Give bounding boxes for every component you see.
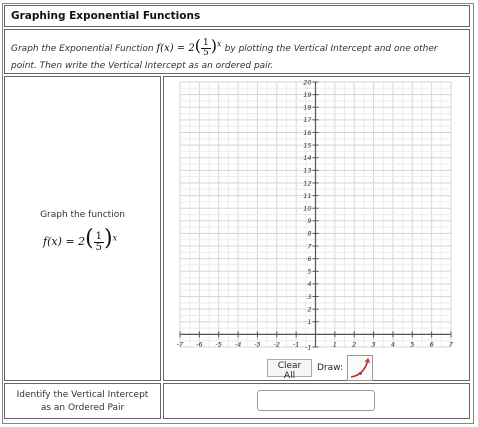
fraction-denominator: 5: [203, 48, 209, 58]
intercept-question: Identify the Vertical Intercept as an Or…: [5, 389, 160, 415]
clear-all-button[interactable]: Clear All: [267, 359, 312, 381]
y-tick-label: 3: [307, 293, 311, 301]
x-tick-label: -2: [274, 340, 280, 348]
function-panel: Graph the function f(x) = 2(1 5)x: [4, 76, 161, 381]
y-tick-label: 15: [303, 141, 311, 149]
x-tick-label: -7: [177, 340, 184, 348]
y-tick-label: 9: [307, 217, 311, 225]
y-tick-label: 19: [303, 91, 311, 99]
x-tick-label: 7: [449, 340, 454, 348]
x-tick-label: 3: [372, 340, 376, 348]
y-tick-label: 8: [307, 230, 311, 238]
draw-exponential-tool-button[interactable]: [347, 355, 373, 381]
x-tick-label: 4: [391, 340, 395, 348]
graph-function-label: Graph the function: [40, 210, 125, 220]
left-function-exponent: x: [112, 233, 118, 243]
x-tick-label: -5: [215, 340, 221, 348]
function-expression: f(x) = 2(1 5)x: [156, 36, 222, 58]
y-tick-label: 1: [307, 318, 311, 326]
x-tick-label: -6: [196, 340, 202, 348]
y-tick-label: 4: [307, 280, 311, 288]
y-tick-label: 13: [303, 167, 311, 175]
draw-label: Draw:: [317, 363, 344, 373]
title-bar: Graphing Exponential Functions: [4, 5, 470, 27]
y-tick-label: 5: [307, 268, 311, 276]
left-function-expression: f(x) = 2(1 5)x: [43, 226, 118, 253]
intercept-answer-input[interactable]: [257, 390, 375, 411]
left-function-name: f(x): [43, 235, 62, 248]
x-tick-label: 6: [430, 340, 434, 348]
y-tick-label: 14: [303, 154, 311, 162]
y-tick-label: -1: [305, 343, 311, 351]
y-tick-label: 20: [303, 79, 311, 86]
left-fraction-denominator: 5: [95, 241, 103, 253]
x-tick-label: 2: [352, 340, 356, 348]
intercept-question-line-1: Identify the Vertical Intercept: [16, 390, 149, 400]
y-tick-label: 18: [303, 104, 311, 112]
y-tick-label: 10: [303, 204, 311, 212]
y-tick-label: 12: [303, 179, 311, 187]
coordinate-grid[interactable]: -7 -6 -5 -4 -3 -2 -1 1 2 3 4 5 6 7-112345678910111213…: [166, 79, 467, 354]
function-name: f(x): [156, 43, 174, 54]
x-tick-label: 5: [410, 340, 414, 348]
y-tick-label: 16: [303, 129, 311, 137]
y-tick-label: 11: [303, 192, 311, 200]
instructions: Graph the Exponential Function f(x) = 2(…: [4, 29, 470, 74]
instruction-prefix: Graph the Exponential Function: [11, 44, 154, 54]
function-exponent: x: [216, 39, 222, 49]
intercept-question-line-2: as an Ordered Pair: [40, 403, 125, 413]
x-tick-label: -3: [254, 340, 260, 348]
y-tick-label: 6: [307, 255, 311, 263]
instruction-line-1: Graph the Exponential Function f(x) = 2(…: [11, 36, 438, 58]
x-tick-label: -1: [293, 340, 299, 348]
y-tick-label: 2: [307, 305, 311, 313]
instruction-line-2: point. Then write the Vertical Intercept…: [11, 61, 274, 71]
instruction-suffix: by plotting the Vertical Intercept and o…: [224, 44, 438, 54]
page-title: Graphing Exponential Functions: [11, 10, 201, 22]
exponential-curve-icon: [350, 357, 371, 378]
left-fraction-numerator: 1: [93, 230, 105, 243]
x-tick-label: -4: [235, 340, 241, 348]
x-tick-label: 1: [333, 340, 337, 348]
y-tick-label: 17: [303, 116, 312, 124]
intercept-question-cell: Identify the Vertical Intercept as an Or…: [4, 383, 161, 419]
